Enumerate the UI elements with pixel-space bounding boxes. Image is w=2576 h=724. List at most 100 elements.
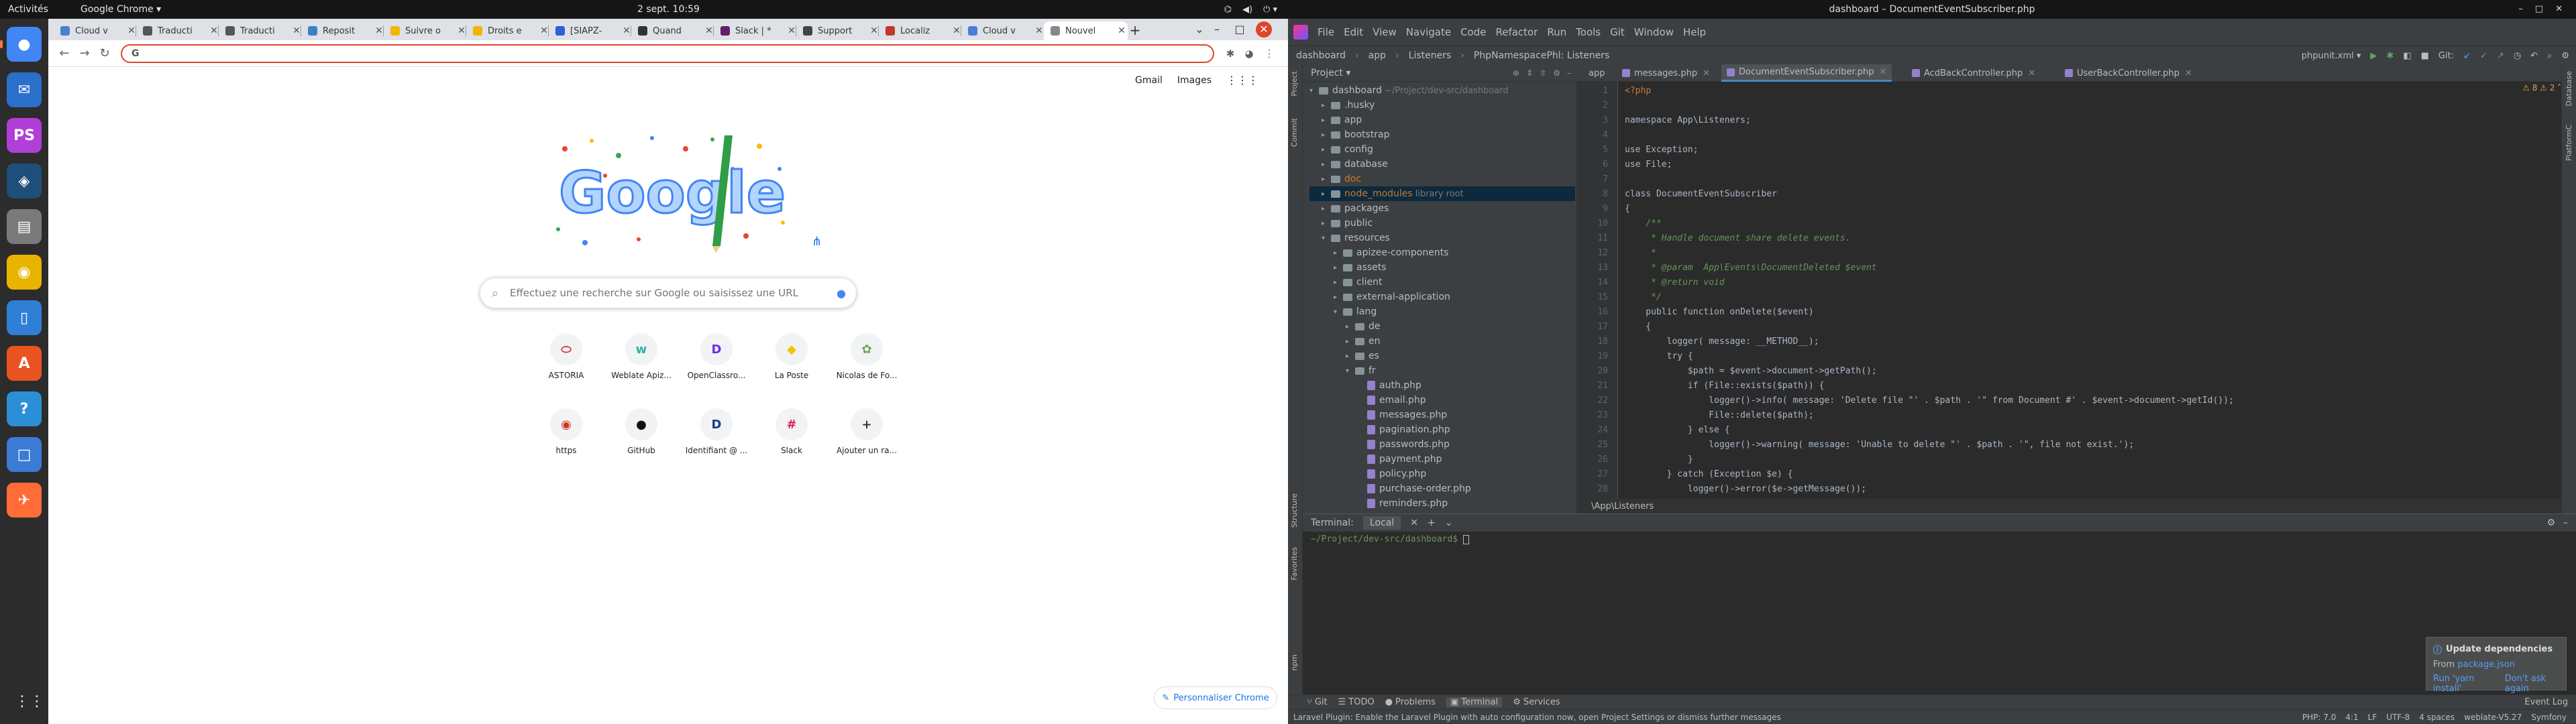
code-line[interactable]: try { xyxy=(1625,351,1693,361)
file-node[interactable]: purchase-order.php xyxy=(1358,481,1471,496)
maximize-button[interactable]: □ xyxy=(1232,21,1248,38)
shortcut-tile[interactable]: ● GitHub xyxy=(604,398,679,473)
code-line[interactable]: { xyxy=(1625,322,1651,332)
close-window-button[interactable]: ✕ xyxy=(2555,0,2563,19)
code-line[interactable]: } xyxy=(1625,455,1693,465)
mysql-workbench-icon[interactable]: ◈ xyxy=(7,164,42,198)
browser-tab[interactable]: Support ✕ xyxy=(796,21,880,40)
code-line[interactable]: * Handle document share delete events. xyxy=(1625,233,1850,243)
file-node[interactable]: passwords.php xyxy=(1358,437,1450,452)
shortcut-tile[interactable]: w Weblate Apiz... xyxy=(604,322,679,398)
close-tab-icon[interactable]: ✕ xyxy=(2185,68,2192,78)
folder-node[interactable]: ▸ node_modules library root xyxy=(1309,186,1575,201)
microphone-icon[interactable]: ● xyxy=(826,287,856,300)
code-line[interactable]: */ xyxy=(1625,292,1662,302)
menu-window[interactable]: Window xyxy=(1634,26,1674,38)
minimize-button[interactable]: – xyxy=(2518,0,2523,19)
search-everywhere-icon[interactable]: ⌕ xyxy=(2547,51,2552,61)
shortcut-tile[interactable]: ◆ La Poste xyxy=(754,322,829,398)
search-input[interactable] xyxy=(510,287,826,299)
minimize-button[interactable]: – xyxy=(1209,21,1225,38)
git-update-icon[interactable]: ↙ xyxy=(2463,51,2471,61)
shortcut-tile[interactable]: # Slack xyxy=(754,398,829,473)
code-line[interactable]: public function onDelete($event) xyxy=(1625,307,1813,317)
editor-tab[interactable]: app xyxy=(1583,64,1610,82)
status-item[interactable]: LF xyxy=(2368,713,2377,722)
back-icon[interactable]: ← xyxy=(56,46,72,62)
browser-tab[interactable]: Reposit ✕ xyxy=(301,21,385,40)
files-icon[interactable]: ▤ xyxy=(7,209,42,244)
chevron-right-icon[interactable]: ▸ xyxy=(1334,294,1343,301)
folder-node[interactable]: ▸ assets xyxy=(1334,260,1387,275)
chevron-down-icon[interactable]: ▾ xyxy=(1322,235,1331,242)
code-line[interactable]: use Exception; xyxy=(1625,145,1699,155)
chevron-right-icon[interactable]: ▸ xyxy=(1322,146,1331,154)
browser-tab[interactable]: Localiz ✕ xyxy=(879,21,963,40)
tool-tab-git[interactable]: ⑂ Git xyxy=(1307,697,1328,707)
status-item[interactable]: PHP: 7.0 xyxy=(2302,713,2336,722)
code-area[interactable]: <?php namespace App\Listeners; use Excepti… xyxy=(1625,82,2564,514)
menu-tools[interactable]: Tools xyxy=(1576,26,1601,38)
history-icon[interactable]: ◷ xyxy=(2514,51,2521,61)
file-node[interactable]: policy.php xyxy=(1358,467,1426,481)
collapse-all-icon[interactable]: ⇳ xyxy=(1540,68,1546,78)
code-line[interactable]: * @param App\Events\DocumentDeleted $eve… xyxy=(1625,263,1877,273)
browser-tab[interactable]: Slack | * ✕ xyxy=(714,21,798,40)
help-icon[interactable]: ? xyxy=(7,391,42,426)
code-line[interactable]: logger()->error($e->getMessage()); xyxy=(1625,484,1866,494)
shortcut-tile[interactable]: + Ajouter un ra... xyxy=(829,398,904,473)
npm-tool-button[interactable]: npm xyxy=(1290,654,1299,671)
browser-tab[interactable]: Traducti ✕ xyxy=(136,21,220,40)
project-view-select[interactable]: Project ▾ xyxy=(1311,68,1350,78)
close-tab-icon[interactable]: ✕ xyxy=(1703,68,1710,78)
extensions-icon[interactable]: ✱ xyxy=(1222,46,1238,62)
nav-crumb[interactable]: PhpNamespacePhl: Listeners xyxy=(1474,50,1610,61)
chevron-down-icon[interactable]: ▾ xyxy=(1346,367,1355,375)
code-line[interactable]: logger()->warning( message: 'Unable to d… xyxy=(1625,440,2134,450)
package-json-link[interactable]: package.json xyxy=(2457,660,2515,670)
platform-tool-button[interactable]: PlatformC xyxy=(2565,125,2573,161)
folder-node[interactable]: ▸ .husky xyxy=(1322,98,1375,113)
folder-node[interactable]: ▸ doc xyxy=(1322,172,1361,186)
shortcut-tile[interactable]: ✿ Nicolas de Fo... xyxy=(829,322,904,398)
app-menu[interactable]: Google Chrome ▾ xyxy=(80,4,161,15)
code-line[interactable]: /** xyxy=(1625,219,1662,229)
menu-view[interactable]: View xyxy=(1373,26,1397,38)
folder-node[interactable]: ▸ packages xyxy=(1322,201,1389,216)
menu-git[interactable]: Git xyxy=(1610,26,1625,38)
revert-icon[interactable]: ↶ xyxy=(2530,51,2538,61)
folder-node[interactable]: ▾ dashboard ~/Project/dev-src/dashboard xyxy=(1309,83,1509,98)
stop-icon[interactable]: ■ xyxy=(2421,51,2429,61)
network-icon[interactable]: ⌬ xyxy=(1224,5,1232,15)
google-search-box[interactable]: ⌕ ● xyxy=(480,278,857,308)
commit-tool-button[interactable]: Commit xyxy=(1290,118,1299,147)
folder-node[interactable]: ▸ de xyxy=(1346,319,1381,334)
status-item[interactable]: UTF-8 xyxy=(2386,713,2410,722)
folder-node[interactable]: ▸ client xyxy=(1334,275,1382,290)
code-line[interactable]: logger()->info( message: 'Delete file "'… xyxy=(1625,396,2234,406)
chevron-right-icon[interactable]: ▸ xyxy=(1334,264,1343,272)
code-line[interactable]: $path = $event->document->getPath(); xyxy=(1625,366,1877,376)
menu-edit[interactable]: Edit xyxy=(1344,26,1363,38)
images-link[interactable]: Images xyxy=(1177,75,1212,86)
reload-icon[interactable]: ↻ xyxy=(97,46,113,62)
chevron-right-icon[interactable]: ▸ xyxy=(1322,102,1331,109)
hide-icon[interactable]: – xyxy=(2563,518,2568,528)
code-line[interactable]: File::delete($path); xyxy=(1625,410,1814,420)
chevron-right-icon[interactable]: ▸ xyxy=(1322,220,1331,227)
expand-all-icon[interactable]: ⇕ xyxy=(1526,68,1533,78)
folder-node[interactable]: ▸ es xyxy=(1346,349,1379,363)
locate-icon[interactable]: ⊕ xyxy=(1513,68,1519,78)
close-tab-icon[interactable]: ✕ xyxy=(1410,518,1418,528)
close-window-button[interactable]: ✕ xyxy=(1256,21,1272,38)
browser-tab[interactable]: Suivre o ✕ xyxy=(384,21,468,40)
libreoffice-writer-icon[interactable]: ▯ xyxy=(7,300,42,335)
folder-node[interactable]: ▾ fr xyxy=(1346,363,1376,378)
menu-code[interactable]: Code xyxy=(1460,26,1486,38)
code-line[interactable]: class DocumentEventSubscriber xyxy=(1625,189,1777,199)
software-center-icon[interactable]: A xyxy=(7,346,42,381)
shortcut-tile[interactable]: D Identifiant @ ... xyxy=(679,398,754,473)
chevron-right-icon[interactable]: ▸ xyxy=(1334,279,1343,286)
project-tool-button[interactable]: Project xyxy=(1290,71,1299,97)
chevron-right-icon[interactable]: ▸ xyxy=(1346,353,1355,360)
